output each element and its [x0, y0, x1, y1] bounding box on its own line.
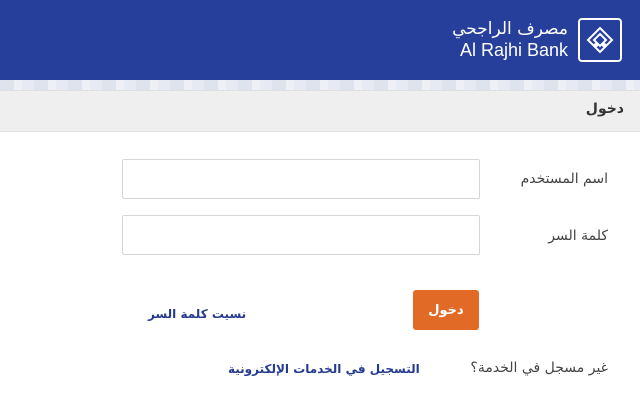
logo-text: مصرف الراجحي Al Rajhi Bank — [452, 19, 568, 61]
login-button[interactable]: دخول — [413, 290, 479, 330]
not-registered-text: غير مسجل في الخدمة؟ — [470, 360, 608, 376]
password-label: كلمة السر — [548, 228, 608, 244]
bank-logo[interactable]: مصرف الراجحي Al Rajhi Bank — [452, 16, 622, 64]
forgot-password-link[interactable]: نسيت كلمة السر — [148, 307, 246, 321]
header-pattern — [0, 80, 640, 90]
username-label: اسم المستخدم — [520, 171, 608, 187]
logo-arabic-text: مصرف الراجحي — [452, 19, 568, 39]
username-input[interactable] — [122, 159, 480, 199]
login-section-header: دخول — [0, 90, 640, 132]
register-eservices-link[interactable]: التسجيل في الخدمات الإلكترونية — [228, 362, 420, 376]
password-input[interactable] — [122, 215, 480, 255]
section-title: دخول — [585, 101, 624, 117]
logo-english-text: Al Rajhi Bank — [459, 40, 568, 60]
header-bar: مصرف الراجحي Al Rajhi Bank — [0, 0, 640, 80]
al-rajhi-mark-icon — [578, 18, 622, 62]
